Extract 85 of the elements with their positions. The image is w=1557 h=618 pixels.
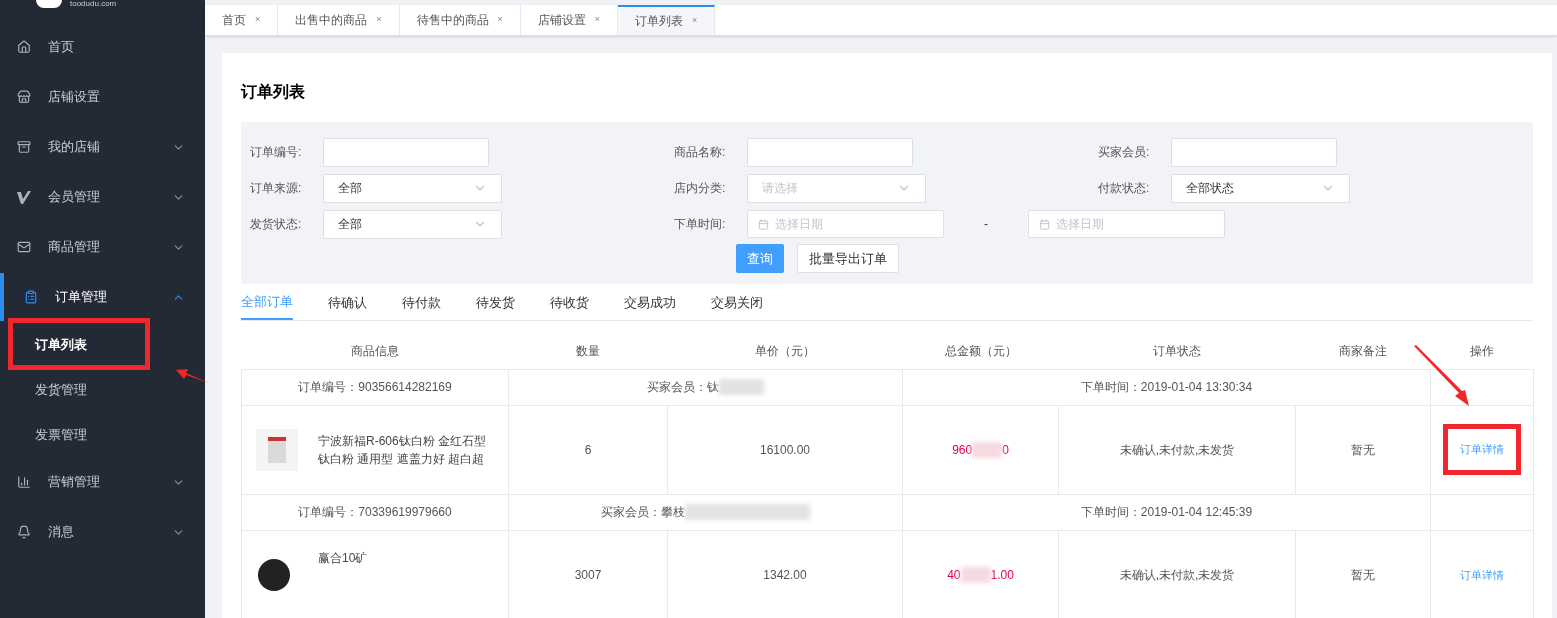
sidebar-item[interactable]: 首页 (0, 22, 205, 72)
order-number: 订单编号：70339619979660 (241, 494, 509, 530)
product-name: 赢合10矿 (318, 549, 368, 567)
bell-icon (17, 525, 31, 539)
page-tab[interactable]: 店铺设置 × (520, 5, 619, 35)
status-tab[interactable]: 交易关闭 (711, 285, 763, 320)
shop-icon (17, 140, 31, 154)
blurred-redaction (960, 566, 991, 583)
order-time: 下单时间：2019-01-04 12:45:39 (902, 494, 1431, 530)
status-tab[interactable]: 待收货 (550, 285, 589, 320)
sidebar-item[interactable]: 订单管理 (0, 272, 205, 322)
column-header: 总金额（元） (902, 333, 1059, 369)
total-amount: 0 (1002, 441, 1009, 459)
column-header: 商家备注 (1295, 333, 1431, 369)
filter-label: 订单来源: (250, 180, 303, 197)
v-logo-icon (17, 190, 31, 204)
text-field[interactable] (1171, 137, 1337, 167)
status-tab[interactable]: 交易成功 (624, 285, 676, 320)
quantity: 6 (508, 405, 668, 494)
filter-label: 下单时间: (674, 216, 727, 233)
blurred-redaction (719, 379, 764, 395)
sidebar-item[interactable]: 我的店铺 (0, 122, 205, 172)
product-disc-image (258, 558, 290, 591)
text-field[interactable] (747, 137, 913, 167)
store-icon (17, 90, 31, 104)
document-icon (24, 290, 38, 304)
annotation-arrow (1413, 345, 1471, 407)
close-icon[interactable]: × (376, 13, 382, 27)
calendar-icon (758, 218, 769, 230)
sidebar-item[interactable]: 营销管理 (0, 457, 205, 507)
page-tab[interactable]: 待售中的商品 × (399, 5, 521, 35)
filter-label: 发货状态: (250, 216, 303, 233)
sidebar-subitem[interactable]: 订单列表 (0, 322, 205, 367)
filter-label: 店内分类: (674, 180, 727, 197)
bar-chart-icon (17, 475, 31, 489)
logo-icon (36, 0, 62, 8)
status-tab[interactable]: 待发货 (476, 285, 515, 320)
blurred-redaction (972, 441, 1003, 458)
sidebar-item[interactable]: 商品管理 (0, 222, 205, 272)
buyer-member: 买家会员：钛 (647, 379, 719, 396)
buyer-member: 买家会员：攀枝 (601, 504, 685, 521)
total-amount: 960 (952, 441, 973, 459)
column-header: 操作 (1430, 333, 1534, 369)
sidebar-subitem[interactable]: 发货管理 (0, 367, 205, 412)
range-separator: - (983, 216, 989, 233)
total-amount: 40 (947, 566, 961, 584)
column-header: 订单状态 (1058, 333, 1296, 369)
export-button[interactable]: 批量导出订单 (796, 244, 899, 273)
unit-price: 16100.00 (667, 405, 903, 494)
status-tab[interactable]: 待付款 (402, 285, 441, 320)
page-tab[interactable]: 订单列表 × (618, 5, 716, 35)
sidebar-item[interactable]: 店铺设置 (0, 72, 205, 122)
page-title: 订单列表 (241, 82, 306, 102)
status-tab[interactable]: 待确认 (328, 285, 367, 320)
column-header: 商品信息 (241, 333, 509, 369)
order-status: 未确认,未付款,未发货 (1058, 405, 1296, 494)
home-icon (17, 40, 31, 54)
page-tab[interactable]: 首页 × (205, 5, 279, 35)
filter-label: 买家会员: (1098, 144, 1151, 161)
order-number: 订单编号：90356614282169 (241, 369, 509, 405)
select-field[interactable]: 全部 (323, 173, 502, 203)
sidebar-item[interactable]: 会员管理 (0, 172, 205, 222)
filter-label: 付款状态: (1098, 180, 1151, 197)
mail-icon (17, 240, 31, 254)
select-field[interactable]: 全部状态 (1171, 173, 1350, 203)
filter-label: 商品名称: (674, 144, 727, 161)
product-name: 宁波新福R-606钛白粉 金红石型钛白粉 通用型 遮盖力好 超白超 (318, 432, 488, 468)
text-field[interactable] (323, 137, 489, 167)
column-header: 数量 (508, 333, 668, 369)
filter-label: 订单编号: (250, 144, 303, 161)
close-icon[interactable]: × (594, 13, 601, 27)
merchant-note: 暂无 (1295, 405, 1431, 494)
close-icon[interactable]: × (497, 13, 503, 27)
select-field[interactable]: 全部 (323, 209, 502, 239)
calendar-icon (1039, 218, 1050, 230)
column-header: 单价（元） (667, 333, 903, 369)
logo-text: toodudu.com (70, 0, 117, 8)
close-icon[interactable]: × (255, 13, 261, 27)
sidebar-item[interactable]: 消息 (0, 507, 205, 557)
total-amount: 1.00 (990, 566, 1014, 584)
close-icon[interactable]: × (692, 14, 698, 28)
page-tab[interactable]: 出售中的商品 × (278, 5, 400, 35)
sidebar-subitem[interactable]: 发票管理 (0, 412, 205, 457)
order-time: 下单时间：2019-01-04 13:30:34 (902, 369, 1431, 405)
product-bag-image (256, 428, 298, 471)
